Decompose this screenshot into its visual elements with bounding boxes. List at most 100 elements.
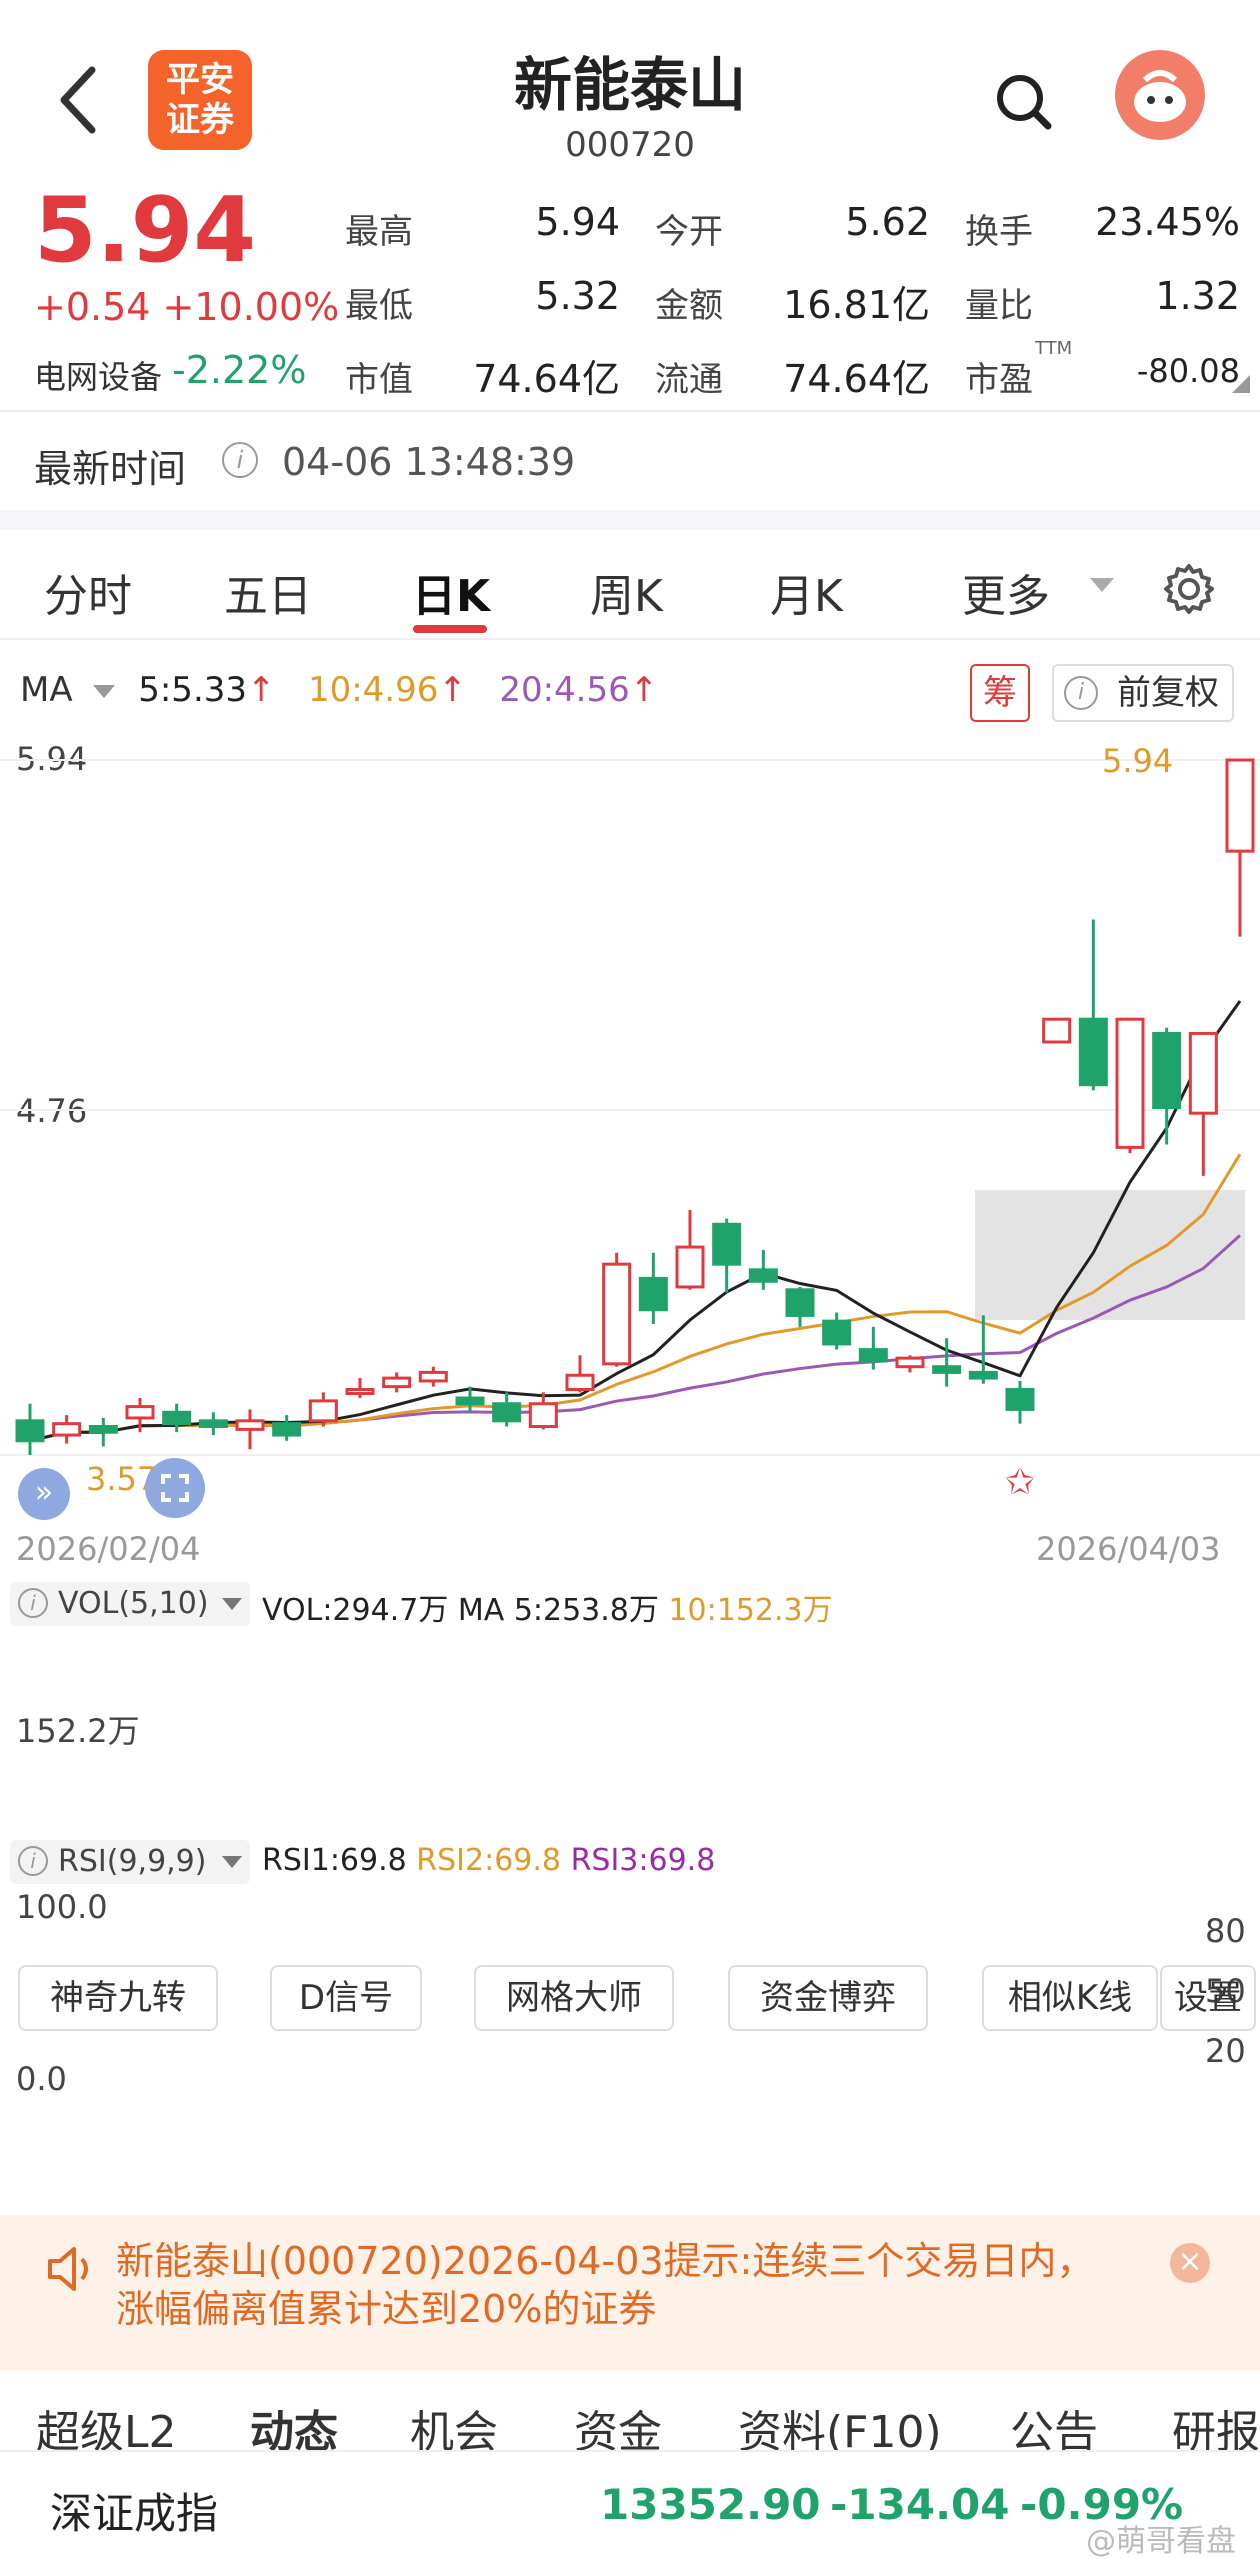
grid-master-button[interactable]: 网格大师: [474, 1965, 674, 2031]
open-label: 今开: [655, 212, 723, 252]
close-icon[interactable]: ×: [1170, 2243, 1210, 2283]
ma5-value: 5:5.33: [138, 670, 248, 710]
volume-ma10: 10:152.3万: [668, 1593, 833, 1628]
active-tab-indicator: [413, 625, 487, 633]
ma-dropdown-icon[interactable]: [93, 685, 116, 698]
tab-research[interactable]: 研报: [1172, 2396, 1260, 2450]
low-label: 最低: [345, 286, 413, 326]
capital-game-button[interactable]: 资金博弈: [728, 1965, 928, 2031]
chevron-down-icon[interactable]: [1090, 578, 1114, 592]
tab-daily-k[interactable]: 日K: [412, 560, 490, 624]
up-arrow-icon: ↑: [629, 670, 659, 710]
candle-body: [968, 1370, 998, 1380]
volume-value: VOL:294.7万: [262, 1593, 449, 1628]
rsi-level-20: 20: [1205, 2032, 1246, 2070]
similar-kline-button[interactable]: 相似K线: [982, 1965, 1158, 2031]
assistant-avatar-icon[interactable]: [1115, 50, 1205, 140]
tab-more[interactable]: 更多: [962, 560, 1050, 624]
ma-label[interactable]: MA: [20, 670, 73, 710]
info-sub-tabs: 超级L2 动态 机会 资金 资料(F10) 公告 研报: [0, 2390, 1260, 2450]
candle-body: [1005, 1387, 1035, 1411]
chip-distribution-button[interactable]: 筹: [970, 664, 1030, 722]
index-change: -134.04: [830, 2480, 1010, 2529]
candle-body: [382, 1376, 412, 1389]
risk-notice-banner: 新能泰山(000720)2026-04-03提示:连续三个交易日内，涨幅偏离值累…: [0, 2215, 1260, 2370]
expand-left-icon[interactable]: »: [18, 1468, 70, 1520]
index-ticker-bar[interactable]: 深证成指 13352.90 -134.04 -0.99% @萌哥看盘: [0, 2450, 1260, 2559]
settings-gear-icon[interactable]: [1162, 562, 1216, 616]
volume-ma5: MA 5:253.8万: [457, 1593, 659, 1628]
candle-body: [15, 1419, 45, 1443]
divider: [0, 410, 1260, 412]
volume-ratio-label: 量比: [965, 286, 1033, 326]
tab-weekly-k[interactable]: 周K: [590, 560, 663, 624]
float-cap-label: 流通: [655, 360, 723, 400]
candle-body: [455, 1396, 485, 1406]
rsi-indicator-selector[interactable]: i RSI(9,9,9): [10, 1840, 250, 1884]
event-star-icon[interactable]: ✩: [1005, 1462, 1035, 1503]
back-arrow-icon[interactable]: [50, 60, 110, 140]
ma10-value: 10:4.96: [307, 670, 439, 710]
index-value: 13352.90: [600, 2480, 821, 2529]
magic-nine-button[interactable]: 神奇九转: [18, 1965, 218, 2031]
chevron-down-icon: [222, 1856, 242, 1868]
d-signal-button[interactable]: D信号: [270, 1965, 422, 2031]
logo-text-2: 证券: [166, 100, 234, 140]
sector-name[interactable]: 电网设备: [34, 352, 162, 398]
tab-announcement[interactable]: 公告: [1010, 2396, 1098, 2450]
up-arrow-icon: ↑: [438, 670, 467, 710]
volume-legend: VOL:294.7万 MA 5:253.8万 10:152.3万: [262, 1585, 833, 1629]
candle-body: [675, 1245, 705, 1289]
volume-indicator-label: VOL(5,10): [58, 1586, 209, 1621]
broker-logo: 平安 证券: [148, 50, 252, 150]
volume-axis-label: 152.2万: [16, 1712, 140, 1750]
kline-start-date: 2026/02/04: [16, 1530, 201, 1568]
float-cap-value: 74.64亿: [783, 357, 930, 401]
candle-body: [308, 1399, 338, 1423]
candle-body: [565, 1373, 595, 1391]
tab-intraday[interactable]: 分时: [44, 560, 132, 624]
settings-button[interactable]: 设置: [1160, 1965, 1256, 2031]
candle-body: [895, 1356, 925, 1369]
section-gap: [0, 510, 1260, 530]
stock-name: 新能泰山: [513, 51, 746, 119]
rsi3-value: RSI3:69.8: [570, 1843, 716, 1878]
logo-text-1: 平安: [166, 60, 234, 100]
info-icon[interactable]: i: [222, 442, 258, 478]
candle-body: [602, 1262, 632, 1366]
candle-body: [712, 1222, 742, 1266]
candle-body: [345, 1387, 375, 1395]
volume-indicator-selector[interactable]: i VOL(5,10): [10, 1582, 250, 1626]
amount-label: 金额: [655, 286, 723, 326]
chip-range-box: [975, 1190, 1245, 1320]
price-change: +0.54 +10.00%: [34, 285, 340, 329]
tab-monthly-k[interactable]: 月K: [770, 560, 843, 624]
kline-chart[interactable]: [0, 730, 1260, 1570]
corner-expand-icon[interactable]: [1232, 375, 1250, 393]
kline-last-price-label: 5.94: [1102, 742, 1174, 780]
candle-body: [1078, 1017, 1108, 1087]
tab-f10[interactable]: 资料(F10): [738, 2396, 942, 2450]
chevron-down-icon: [222, 1598, 242, 1610]
chart-period-tabs: 分时 五日 日K 周K 月K 更多: [0, 530, 1260, 640]
candle-body: [235, 1419, 265, 1431]
candle-body: [88, 1425, 118, 1434]
rsi-axis-top: 100.0: [16, 1888, 108, 1926]
info-icon: i: [18, 1588, 48, 1618]
tab-opportunity[interactable]: 机会: [410, 2396, 498, 2450]
candle-body: [1188, 1031, 1218, 1115]
time-label: 最新时间: [34, 447, 187, 491]
volume-ratio-value: 1.32: [1155, 274, 1240, 318]
tab-super-l2[interactable]: 超级L2: [36, 2396, 177, 2450]
candle-body: [1152, 1031, 1182, 1110]
candle-body: [858, 1348, 888, 1363]
watermark: @萌哥看盘: [1086, 2524, 1236, 2559]
high-value: 5.94: [535, 200, 620, 244]
fullscreen-icon[interactable]: [145, 1458, 205, 1518]
tab-news[interactable]: 动态: [250, 2396, 338, 2450]
adjust-mode-button[interactable]: i 前复权: [1052, 664, 1234, 722]
tab-capital[interactable]: 资金: [574, 2396, 662, 2450]
search-icon[interactable]: [990, 68, 1060, 138]
tab-five-day[interactable]: 五日: [224, 560, 312, 624]
market-cap-value: 74.64亿: [473, 357, 620, 401]
